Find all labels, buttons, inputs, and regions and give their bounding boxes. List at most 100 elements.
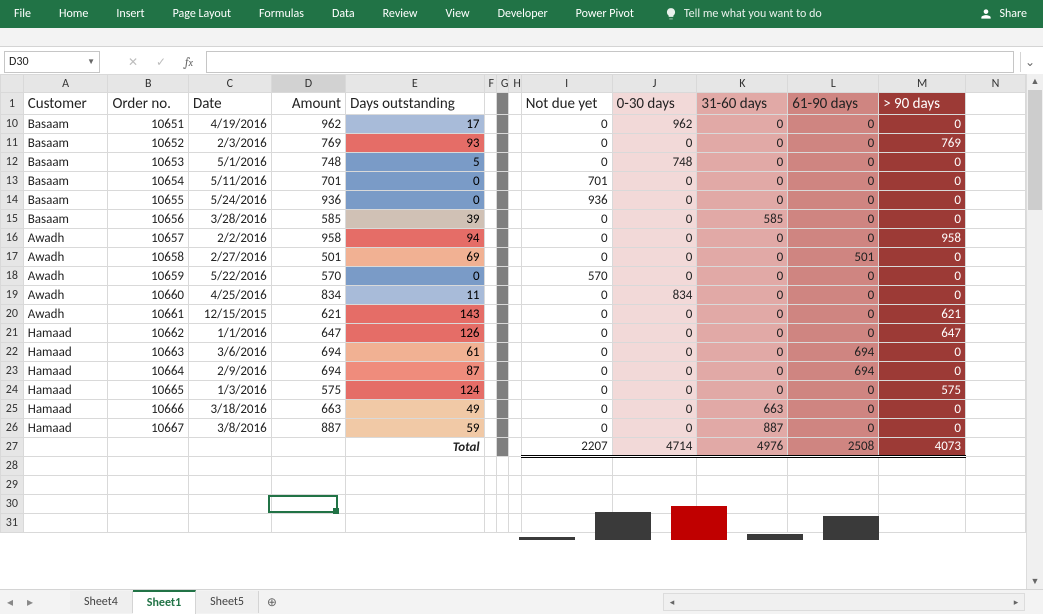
cell[interactable]: 0 — [697, 191, 788, 210]
cell[interactable] — [496, 172, 508, 191]
cell[interactable] — [189, 514, 272, 533]
cell[interactable]: 0 — [697, 115, 788, 134]
cell[interactable]: 4/25/2016 — [189, 286, 272, 305]
cell[interactable]: 0 — [521, 419, 612, 438]
vscroll-track[interactable] — [1027, 90, 1043, 574]
sheet-tab-sheet4[interactable]: Sheet4 — [70, 591, 133, 613]
cell[interactable] — [346, 495, 484, 514]
cell[interactable]: 621 — [879, 305, 966, 324]
tab-nav-next[interactable]: ▸ — [20, 595, 40, 610]
ribbon-tab-file[interactable]: File — [0, 0, 45, 28]
cell[interactable] — [496, 324, 508, 343]
cell[interactable] — [509, 438, 521, 457]
cell[interactable]: 0 — [788, 419, 879, 438]
cell[interactable]: Amount — [271, 93, 345, 115]
cell[interactable]: 0 — [788, 400, 879, 419]
tell-me-search[interactable]: Tell me what you want to do — [656, 0, 830, 28]
cell[interactable]: 10659 — [108, 267, 189, 286]
cell[interactable]: 0 — [346, 267, 484, 286]
cell[interactable]: Customer — [23, 93, 108, 115]
cell[interactable] — [965, 229, 1025, 248]
cell[interactable] — [496, 381, 508, 400]
cell[interactable] — [108, 438, 189, 457]
cell[interactable] — [346, 514, 484, 533]
cell[interactable]: Not due yet — [521, 93, 612, 115]
cell[interactable]: 0 — [879, 248, 966, 267]
cell[interactable] — [496, 153, 508, 172]
ribbon-tab-home[interactable]: Home — [45, 0, 102, 28]
sheet-tab-sheet1[interactable]: Sheet1 — [133, 590, 196, 614]
cell[interactable] — [965, 210, 1025, 229]
cell[interactable]: 0 — [612, 305, 697, 324]
cell[interactable]: 0 — [521, 381, 612, 400]
cell[interactable] — [788, 457, 879, 476]
cell[interactable] — [346, 457, 484, 476]
cell[interactable] — [496, 400, 508, 419]
cell[interactable] — [496, 495, 508, 514]
cell[interactable] — [496, 210, 508, 229]
cell[interactable]: 0 — [521, 210, 612, 229]
cell[interactable]: 5/22/2016 — [189, 267, 272, 286]
cell[interactable] — [509, 153, 521, 172]
cell[interactable] — [509, 286, 521, 305]
cell[interactable] — [496, 514, 508, 533]
scroll-left-button[interactable]: ◂ — [664, 597, 680, 608]
cell[interactable] — [484, 457, 496, 476]
cell[interactable]: 0 — [788, 229, 879, 248]
cell[interactable]: 4/19/2016 — [189, 115, 272, 134]
cell[interactable]: 0 — [879, 400, 966, 419]
cell[interactable] — [189, 476, 272, 495]
cell[interactable] — [788, 476, 879, 495]
cell[interactable] — [965, 248, 1025, 267]
ribbon-tab-view[interactable]: View — [432, 0, 484, 28]
row-header[interactable]: 10 — [1, 115, 24, 134]
row-header[interactable]: 21 — [1, 324, 24, 343]
cell[interactable]: 0 — [697, 305, 788, 324]
cell[interactable]: 0 — [879, 172, 966, 191]
cell[interactable]: 0 — [788, 324, 879, 343]
cell[interactable]: 3/28/2016 — [189, 210, 272, 229]
tab-nav-prev[interactable]: ◂ — [0, 595, 20, 610]
cell[interactable]: Basaam — [23, 115, 108, 134]
cell[interactable] — [965, 172, 1025, 191]
cell[interactable]: 0 — [521, 153, 612, 172]
row-header[interactable]: 20 — [1, 305, 24, 324]
cell[interactable]: 0 — [612, 324, 697, 343]
cell[interactable]: 0 — [521, 229, 612, 248]
expand-formula-bar-button[interactable]: ⌄ — [1020, 52, 1039, 72]
cell[interactable] — [23, 438, 108, 457]
cell[interactable] — [484, 305, 496, 324]
cell[interactable] — [108, 495, 189, 514]
cell[interactable]: 61 — [346, 343, 484, 362]
cell[interactable] — [496, 476, 508, 495]
row-header[interactable]: 25 — [1, 400, 24, 419]
cell[interactable]: 701 — [271, 172, 345, 191]
cell[interactable]: 126 — [346, 324, 484, 343]
chevron-down-icon[interactable]: ▼ — [87, 57, 95, 67]
cell[interactable] — [271, 457, 345, 476]
cell[interactable] — [484, 400, 496, 419]
cell[interactable]: 10663 — [108, 343, 189, 362]
cell[interactable] — [509, 476, 521, 495]
cell[interactable] — [496, 438, 508, 457]
cell[interactable]: Hamaad — [23, 324, 108, 343]
worksheet-area[interactable]: A B C D E F G H I J K L M N 1CustomerOrd… — [0, 74, 1043, 590]
cell[interactable]: 0 — [879, 362, 966, 381]
cell[interactable]: 39 — [346, 210, 484, 229]
cell[interactable] — [271, 476, 345, 495]
insert-function-button[interactable]: fx — [178, 52, 200, 72]
cell[interactable] — [509, 362, 521, 381]
cell[interactable] — [965, 153, 1025, 172]
cell[interactable] — [879, 495, 966, 514]
vertical-scrollbar[interactable]: ▲ ▼ — [1026, 74, 1043, 590]
cell[interactable]: 647 — [879, 324, 966, 343]
cell[interactable] — [509, 419, 521, 438]
cell[interactable] — [346, 476, 484, 495]
cell[interactable]: 0 — [697, 229, 788, 248]
cell[interactable]: 10665 — [108, 381, 189, 400]
row-header[interactable]: 31 — [1, 514, 24, 533]
cell[interactable]: 0 — [697, 172, 788, 191]
horizontal-scrollbar[interactable]: ◂ ▸ — [663, 593, 1025, 611]
cell[interactable]: Order no. — [108, 93, 189, 115]
cell[interactable]: 4714 — [612, 438, 697, 457]
